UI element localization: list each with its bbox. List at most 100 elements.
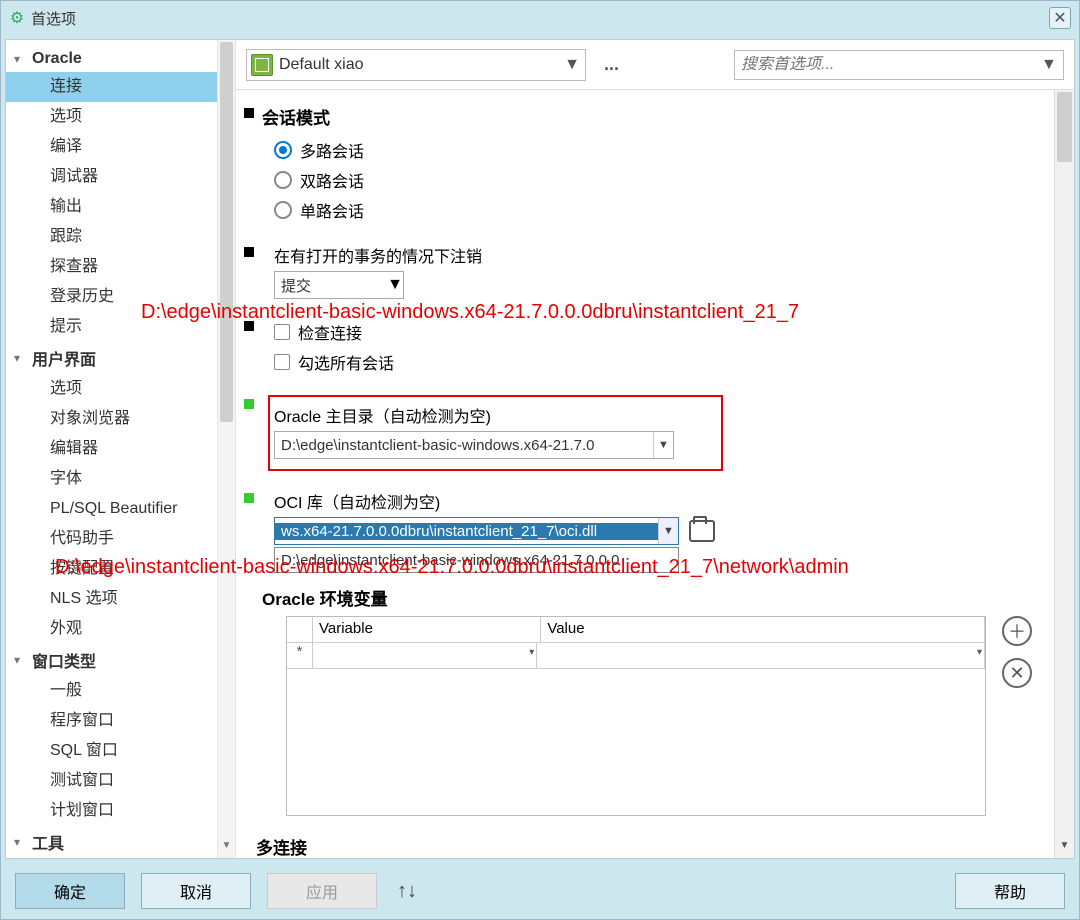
tree-group-tools[interactable]: ▾ 工具 xyxy=(6,826,235,858)
apply-button[interactable]: 应用 xyxy=(267,873,377,909)
sidebar-item-connection[interactable]: 连接 xyxy=(6,72,235,102)
sort-icon[interactable]: ↑↓ xyxy=(393,880,421,903)
chevron-down-icon[interactable]: ▼ xyxy=(653,432,673,458)
close-button[interactable]: ✕ xyxy=(1049,7,1071,29)
radio-icon xyxy=(274,141,292,159)
check-label: 检查连接 xyxy=(298,320,362,344)
scroll-thumb[interactable] xyxy=(220,42,233,422)
section-oci: OCI 库（自动检测为空) ws.x64-21.7.0.0.0dbru\inst… xyxy=(244,489,1040,573)
chevron-down-icon: ▾ xyxy=(14,351,32,365)
sidebar-item[interactable]: PL/SQL Beautifier xyxy=(6,494,235,524)
sidebar-item[interactable]: 调试器 xyxy=(6,162,235,192)
scroll-down-icon[interactable]: ▼ xyxy=(218,840,235,858)
section-marker-icon xyxy=(244,399,254,409)
profile-icon xyxy=(251,54,273,76)
sidebar-item[interactable]: 外观 xyxy=(6,614,235,644)
tree-group-windows[interactable]: ▾ 窗口类型 xyxy=(6,644,235,676)
section-marker-icon xyxy=(244,493,254,503)
chevron-down-icon[interactable]: ▼ xyxy=(563,56,581,74)
sidebar-item[interactable]: 测试窗口 xyxy=(6,766,235,796)
sidebar-item[interactable]: NLS 选项 xyxy=(6,584,235,614)
sidebar-item[interactable]: 字体 xyxy=(6,464,235,494)
logoff-action-select[interactable]: 提交 ▼ xyxy=(274,271,404,299)
sidebar-item[interactable]: 程序窗口 xyxy=(6,706,235,736)
chevron-down-icon[interactable]: ▾ xyxy=(977,647,982,658)
check-connection[interactable]: 检查连接 xyxy=(262,317,1040,347)
sidebar-item[interactable]: SQL 窗口 xyxy=(6,736,235,766)
sidebar-item[interactable]: 探查器 xyxy=(6,252,235,282)
tree-group-label: 用户界面 xyxy=(32,346,96,370)
env-variable-table[interactable]: Variable Value * ▾ ▾ xyxy=(286,616,986,816)
dialog-footer: 确定 取消 应用 ↑↓ 帮助 xyxy=(1,863,1079,919)
scroll-down-icon[interactable]: ▼ xyxy=(1055,840,1074,858)
radio-label: 双路会话 xyxy=(300,168,364,192)
sidebar-item[interactable]: 输出 xyxy=(6,192,235,222)
radio-icon xyxy=(274,171,292,189)
section-env: Oracle 环境变量 Variable Value * ▾ ▾ xyxy=(244,585,1040,816)
chevron-down-icon[interactable]: ▼ xyxy=(658,518,678,544)
section-logoff: 在有打开的事务的情况下注销 提交 ▼ xyxy=(244,243,1040,299)
radio-label: 多路会话 xyxy=(300,138,364,162)
tree-group-label: Oracle xyxy=(32,50,82,68)
sidebar-item[interactable]: 提示 xyxy=(6,312,235,342)
oci-library-select[interactable]: ws.x64-21.7.0.0.0dbru\instantclient_21_7… xyxy=(274,517,679,545)
table-row[interactable]: * ▾ ▾ xyxy=(287,643,985,669)
cell-value[interactable]: ▾ xyxy=(537,643,985,668)
scroll-thumb[interactable] xyxy=(1057,92,1072,162)
cell-variable[interactable]: ▾ xyxy=(313,643,537,668)
titlebar: ⚙ 首选项 ✕ xyxy=(1,1,1079,35)
more-button[interactable]: ... xyxy=(598,54,625,75)
chevron-down-icon[interactable]: ▼ xyxy=(387,276,403,294)
oci-dropdown-item[interactable]: D:\edge\instantclient-basic-windows.x64-… xyxy=(274,547,679,573)
tree-group-oracle[interactable]: ▾ Oracle xyxy=(6,46,235,72)
sidebar-item[interactable]: 编辑器 xyxy=(6,434,235,464)
chevron-down-icon[interactable]: ▾ xyxy=(529,647,534,658)
browse-folder-button[interactable] xyxy=(689,520,715,542)
sidebar-item[interactable]: 计划窗口 xyxy=(6,796,235,826)
chevron-down-icon: ▾ xyxy=(14,835,32,849)
ok-button[interactable]: 确定 xyxy=(15,873,125,909)
column-header-value[interactable]: Value xyxy=(541,617,985,642)
profile-select[interactable]: Default xiao ▼ xyxy=(246,49,586,81)
sidebar-item[interactable]: 编译 xyxy=(6,132,235,162)
check-all-sessions[interactable]: 勾选所有会话 xyxy=(262,347,1040,377)
tree-group-label: 工具 xyxy=(32,830,64,854)
content-scrollbar[interactable]: ▲ ▼ xyxy=(1054,90,1074,858)
sidebar: ▾ Oracle 连接 选项 编译 调试器 输出 跟踪 探查器 登录历史 提示 … xyxy=(6,40,236,858)
remove-row-button[interactable]: ✕ xyxy=(1002,658,1032,688)
sidebar-item[interactable]: 登录历史 xyxy=(6,282,235,312)
row-marker: * xyxy=(287,643,313,668)
sidebar-scrollbar[interactable]: ▲ ▼ xyxy=(217,40,235,858)
search-input[interactable] xyxy=(741,56,1041,74)
sidebar-item[interactable]: 按键配置 xyxy=(6,554,235,584)
radio-label: 单路会话 xyxy=(300,198,364,222)
preference-search[interactable]: ▼ xyxy=(734,50,1064,80)
sidebar-item[interactable]: 跟踪 xyxy=(6,222,235,252)
radio-multi-session[interactable]: 多路会话 xyxy=(262,135,1040,165)
help-button[interactable]: 帮助 xyxy=(955,873,1065,909)
sidebar-item[interactable]: 对象浏览器 xyxy=(6,404,235,434)
radio-dual-session[interactable]: 双路会话 xyxy=(262,165,1040,195)
tree-group-ui[interactable]: ▾ 用户界面 xyxy=(6,342,235,374)
section-marker-icon xyxy=(244,247,254,257)
section-heading-multiconn: 多连接 xyxy=(256,834,1040,858)
cancel-button[interactable]: 取消 xyxy=(141,873,251,909)
highlight-box: Oracle 主目录（自动检测为空) D:\edge\instantclient… xyxy=(268,395,723,471)
section-heading: 在有打开的事务的情况下注销 xyxy=(262,243,1040,267)
sidebar-item[interactable]: 代码助手 xyxy=(6,524,235,554)
field-label: Oracle 主目录（自动检测为空) xyxy=(272,403,711,427)
radio-icon xyxy=(274,201,292,219)
section-heading: 会话模式 xyxy=(262,104,1040,129)
sidebar-item[interactable]: 选项 xyxy=(6,374,235,404)
chevron-down-icon[interactable]: ▼ xyxy=(1041,56,1057,74)
oracle-home-select[interactable]: D:\edge\instantclient-basic-windows.x64-… xyxy=(274,431,674,459)
sidebar-item[interactable]: 选项 xyxy=(6,102,235,132)
combo-value: D:\edge\instantclient-basic-windows.x64-… xyxy=(275,437,653,454)
window-title: 首选项 xyxy=(31,8,1049,29)
column-header-variable[interactable]: Variable xyxy=(313,617,541,642)
sidebar-item[interactable]: 一般 xyxy=(6,676,235,706)
radio-single-session[interactable]: 单路会话 xyxy=(262,195,1040,225)
check-label: 勾选所有会话 xyxy=(298,350,394,374)
add-row-button[interactable]: ＋ xyxy=(1002,616,1032,646)
combo-value: 提交 xyxy=(275,275,387,296)
